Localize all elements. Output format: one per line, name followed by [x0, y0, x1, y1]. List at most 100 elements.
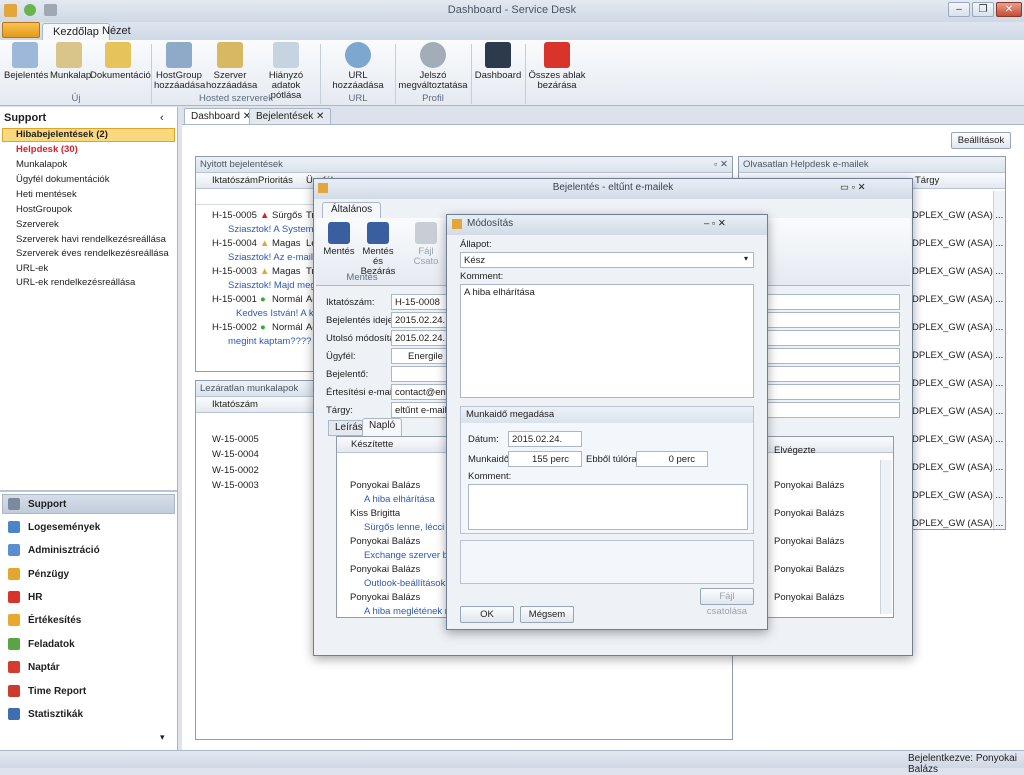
maximize-icon[interactable]: ❐: [972, 2, 994, 17]
helpdesk-subject[interactable]: DPLEX_GW (ASA) ...: [912, 518, 1003, 529]
module-feladatok[interactable]: Feladatok: [8, 634, 75, 654]
sidebar-item-hostgroupok[interactable]: HostGroupok: [16, 204, 72, 218]
tab-naplo[interactable]: Napló: [362, 418, 403, 436]
close-all-windows-button[interactable]: Összes ablak bezárása: [528, 42, 586, 91]
ticket-id[interactable]: H-15-0003: [212, 266, 257, 277]
module-time-report[interactable]: Time Report: [8, 681, 86, 701]
helpdesk-subject[interactable]: DPLEX_GW (ASA) ...: [912, 378, 1003, 389]
log-author[interactable]: Ponyokai Balázs: [350, 564, 420, 575]
sidebar-item-url-rendelkezes[interactable]: URL-ek rendelkezésreállása: [16, 277, 135, 291]
sidebar-item-helpdesk[interactable]: Helpdesk (30): [16, 144, 78, 158]
add-url-button[interactable]: URL hozzáadása: [324, 42, 392, 91]
helpdesk-subject[interactable]: DPLEX_GW (ASA) ...: [912, 462, 1003, 473]
print-icon[interactable]: [44, 4, 57, 16]
sidebar-item-szerverek-havi[interactable]: Szerverek havi rendelkezésreállása: [16, 234, 166, 248]
minimize-icon[interactable]: –: [948, 2, 970, 17]
helpdesk-subject[interactable]: DPLEX_GW (ASA) ...: [912, 294, 1003, 305]
module-adminisztracio[interactable]: Adminisztráció: [8, 540, 100, 560]
helpdesk-subject[interactable]: DPLEX_GW (ASA) ...: [912, 238, 1003, 249]
sidebar-item-heti-mentesek[interactable]: Heti mentések: [16, 189, 77, 203]
field-right-6[interactable]: [764, 384, 900, 400]
sidebar-item-ugyfel-dok[interactable]: Ügyfél dokumentációk: [16, 174, 109, 188]
field-bejelento[interactable]: [391, 366, 447, 382]
field-ugyfel[interactable]: Energile Kft: [391, 348, 447, 364]
attach-file-button[interactable]: Fájl Csato: [406, 222, 446, 267]
attachment-area[interactable]: [460, 540, 754, 584]
chevron-down-icon[interactable]: ▾: [744, 254, 748, 263]
col-elvegezte[interactable]: Elvégezte: [774, 445, 816, 456]
module-hr[interactable]: HR: [8, 587, 42, 607]
change-password-button[interactable]: Jelszó megváltoztatása: [398, 42, 468, 91]
sidebar-item-hibabejelentesek[interactable]: Hibabejelentések (2): [16, 129, 108, 143]
ticket-id[interactable]: H-15-0004: [212, 238, 257, 249]
field-right-1[interactable]: [764, 294, 900, 310]
field-utolso-modositas[interactable]: 2015.02.24.: [391, 330, 447, 346]
field-bejelentes-ideje[interactable]: 2015.02.24.: [391, 312, 447, 328]
helpdesk-subject[interactable]: DPLEX_GW (ASA) ...: [912, 406, 1003, 417]
field-ertesitesi-email[interactable]: contact@ener: [391, 384, 447, 400]
col-prioritas[interactable]: Prioritás: [258, 173, 293, 188]
field-right-5[interactable]: [764, 366, 900, 382]
add-server-button[interactable]: Szerver hozzáadása: [206, 42, 257, 91]
worktime-comment[interactable]: [468, 484, 748, 530]
helpdesk-subject[interactable]: DPLEX_GW (ASA) ...: [912, 350, 1003, 361]
close-icon[interactable]: ✕: [996, 2, 1022, 17]
tab-bejelentesek[interactable]: Bejelentések ✕: [249, 108, 332, 124]
ticket-id[interactable]: H-15-0005: [212, 210, 257, 221]
new-worksheet-button[interactable]: Munkalap: [50, 42, 91, 81]
sidebar-item-szerverek[interactable]: Szerverek: [16, 219, 59, 233]
field-right-3[interactable]: [764, 330, 900, 346]
field-right-7[interactable]: [764, 402, 900, 418]
module-penzugy[interactable]: Pénzügy: [8, 564, 69, 584]
settings-button[interactable]: Beállítások: [951, 132, 1011, 149]
ticket-id[interactable]: H-15-0001: [212, 294, 257, 305]
save-button[interactable]: Mentés: [322, 222, 356, 257]
dialog-window-buttons-icon[interactable]: – ▫ ✕: [704, 218, 726, 229]
ticket-id[interactable]: H-15-0002: [212, 322, 257, 333]
comment-textarea[interactable]: A hiba elhárítása: [460, 284, 754, 398]
add-hostgroup-button[interactable]: HostGroup hozzáadása: [154, 42, 205, 91]
col-iktatoszam[interactable]: Iktatószám: [212, 173, 258, 188]
sidebar-splitter[interactable]: [0, 490, 177, 492]
log-author[interactable]: Kiss Brigitta: [350, 508, 400, 519]
refresh-icon[interactable]: [24, 4, 36, 16]
log-author[interactable]: Ponyokai Balázs: [350, 536, 420, 547]
sidebar-item-url[interactable]: URL-ek: [16, 263, 48, 277]
module-naptar[interactable]: Naptár: [8, 657, 60, 677]
sidebar-item-szerverek-eves[interactable]: Szerverek éves rendelkezésreállása: [16, 248, 169, 262]
tab-altalanos[interactable]: Általános: [322, 202, 382, 218]
log-author[interactable]: Ponyokai Balázs: [350, 592, 420, 603]
helpdesk-subject[interactable]: DPLEX_GW (ASA) ...: [912, 266, 1003, 277]
dashboard-button[interactable]: Dashboard: [474, 42, 522, 81]
field-targy[interactable]: eltűnt e-mailek: [391, 402, 447, 418]
module-support[interactable]: Support: [8, 494, 66, 514]
field-iktatoszam[interactable]: H-15-0008: [391, 294, 447, 310]
more-modules-icon[interactable]: ▾: [160, 732, 165, 743]
panel-close-icon[interactable]: ▫ ✕: [714, 159, 728, 170]
sidebar-item-munkalapok[interactable]: Munkalapok: [16, 159, 67, 173]
worksheet-id[interactable]: W-15-0002: [212, 465, 259, 476]
worktime-spinner[interactable]: 155 perc: [508, 451, 582, 467]
field-right-4[interactable]: [764, 348, 900, 364]
ok-button[interactable]: OK: [460, 606, 514, 623]
helpdesk-subject[interactable]: DPLEX_GW (ASA) ...: [912, 434, 1003, 445]
close-tab-icon[interactable]: ✕: [316, 111, 324, 122]
tab-nezet[interactable]: Nézet: [92, 23, 141, 40]
overtime-spinner[interactable]: 0 perc: [636, 451, 708, 467]
module-ertekesites[interactable]: Értékesítés: [8, 610, 81, 630]
module-statisztikak[interactable]: Statisztikák: [8, 704, 83, 724]
scrollbar[interactable]: [880, 460, 892, 614]
new-ticket-button[interactable]: Bejelentés: [4, 42, 48, 81]
worksheet-id[interactable]: W-15-0004: [212, 449, 259, 460]
attach-file-button[interactable]: Fájl csatolása: [700, 588, 754, 617]
worksheet-id[interactable]: W-15-0003: [212, 480, 259, 491]
state-select[interactable]: Kész: [460, 252, 754, 268]
cancel-button[interactable]: Mégsem: [520, 606, 574, 623]
dialog-window-buttons-icon[interactable]: ▭ ▫ ✕: [840, 182, 866, 193]
helpdesk-subject[interactable]: DPLEX_GW (ASA) ...: [912, 210, 1003, 221]
worksheet-id[interactable]: W-15-0005: [212, 434, 259, 445]
log-author[interactable]: Ponyokai Balázs: [350, 480, 420, 491]
new-documentation-button[interactable]: Dokumentáció: [90, 42, 151, 81]
helpdesk-subject[interactable]: DPLEX_GW (ASA) ...: [912, 322, 1003, 333]
file-menu-button[interactable]: [2, 22, 40, 38]
